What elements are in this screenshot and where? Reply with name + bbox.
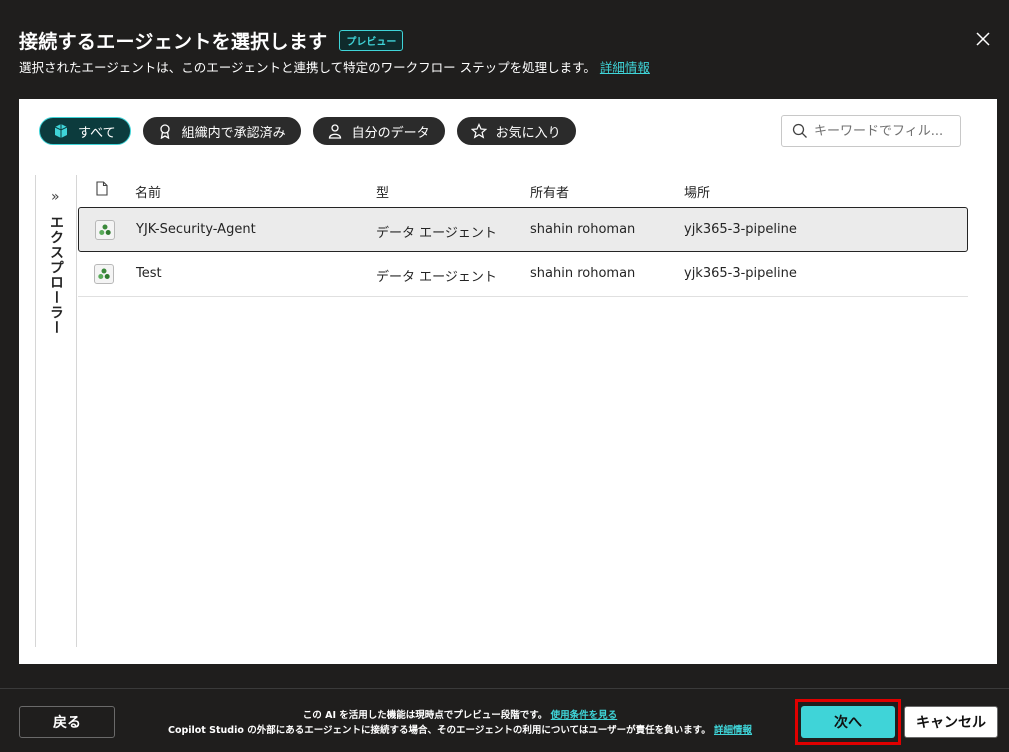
ai-disclaimer: この AI を活用した機能は現時点でプレビュー段階です。 使用条件を見る Cop… (140, 708, 780, 738)
filter-chips: すべて 組織内で承認済み 自分のデータ お気に入り (39, 117, 576, 145)
table-row[interactable]: Test データ エージェント shahin rohoman yjk365-3-… (78, 252, 968, 297)
filter-chip-label: お気に入り (495, 125, 561, 141)
agent-name: Test (136, 266, 162, 281)
title-row: 接続するエージェントを選択します プレビュー (19, 27, 404, 54)
filter-chip-label: 組織内で承認済み (181, 125, 286, 141)
terms-link[interactable]: 使用条件を見る (551, 710, 618, 721)
close-icon (976, 32, 990, 46)
filter-chip-all[interactable]: すべて (39, 117, 131, 145)
search-input[interactable] (814, 123, 954, 139)
cancel-button[interactable]: キャンセル (904, 706, 998, 738)
agent-location: yjk365-3-pipeline (684, 266, 797, 281)
filter-chip-favorites[interactable]: お気に入り (456, 117, 576, 145)
agent-type: データ エージェント (376, 270, 497, 285)
table-row[interactable]: YJK-Security-Agent データ エージェント shahin roh… (78, 207, 968, 252)
filter-chip-label: すべて (78, 125, 116, 141)
agent-picker-panel: すべて 組織内で承認済み 自分のデータ お気に入り » エクスプローラー (19, 99, 997, 664)
disclaimer-line-1: この AI を活用した機能は現時点でプレビュー段階です。 使用条件を見る (140, 708, 780, 723)
agent-type: データ エージェント (376, 226, 497, 241)
agent-icon (94, 264, 114, 284)
expand-chevron-icon[interactable]: » (51, 189, 60, 205)
agent-owner: shahin rohoman (530, 266, 636, 281)
dialog-header: 接続するエージェントを選択します プレビュー 選択されたエージェントは、このエー… (0, 0, 1009, 98)
column-header-name[interactable]: 名前 (135, 182, 161, 201)
column-header-owner[interactable]: 所有者 (530, 182, 569, 201)
table-header: 名前 型 所有者 場所 (78, 175, 968, 207)
file-icon (96, 181, 108, 200)
disclaimer-text-1: この AI を活用した機能は現時点でプレビュー段階です。 (302, 710, 548, 721)
column-header-location[interactable]: 場所 (684, 182, 710, 201)
disclaimer-learn-more-link[interactable]: 詳細情報 (714, 725, 752, 736)
agent-location: yjk365-3-pipeline (684, 222, 797, 237)
search-icon (792, 123, 807, 138)
person-icon (326, 122, 344, 140)
explorer-pane[interactable]: » エクスプローラー (35, 175, 77, 647)
disclaimer-text-2: Copilot Studio の外部にあるエージェントに接続する場合、そのエージ… (167, 725, 711, 736)
filter-chip-my-data[interactable]: 自分のデータ (312, 117, 445, 145)
dialog-subtitle: 選択されたエージェントは、このエージェントと連携して特定のワークフロー ステップ… (19, 57, 650, 76)
next-button-highlight: 次へ (795, 699, 901, 745)
cube-icon (52, 122, 70, 140)
close-button[interactable] (974, 30, 992, 48)
filter-chip-approved[interactable]: 組織内で承認済み (142, 117, 301, 145)
filter-chip-label: 自分のデータ (351, 125, 430, 141)
explorer-label: エクスプローラー (48, 215, 64, 335)
subtitle-text: 選択されたエージェントは、このエージェントと連携して特定のワークフロー ステップ… (19, 60, 596, 75)
star-icon (470, 122, 488, 140)
agent-icon (95, 220, 115, 240)
agent-name: YJK-Security-Agent (136, 222, 256, 237)
ribbon-icon (156, 122, 174, 140)
dialog-footer: 戻る この AI を活用した機能は現時点でプレビュー段階です。 使用条件を見る … (0, 688, 1009, 752)
disclaimer-line-2: Copilot Studio の外部にあるエージェントに接続する場合、そのエージ… (140, 723, 780, 738)
agent-owner: shahin rohoman (530, 222, 636, 237)
next-button[interactable]: 次へ (801, 706, 895, 738)
learn-more-link[interactable]: 詳細情報 (600, 60, 650, 75)
back-button[interactable]: 戻る (19, 706, 115, 738)
agent-table: 名前 型 所有者 場所 YJK-Security-Agent データ エージェン… (78, 175, 968, 297)
search-box[interactable] (781, 115, 961, 147)
dialog-title: 接続するエージェントを選択します (19, 31, 328, 53)
preview-badge: プレビュー (339, 30, 404, 51)
column-header-type[interactable]: 型 (376, 182, 389, 201)
